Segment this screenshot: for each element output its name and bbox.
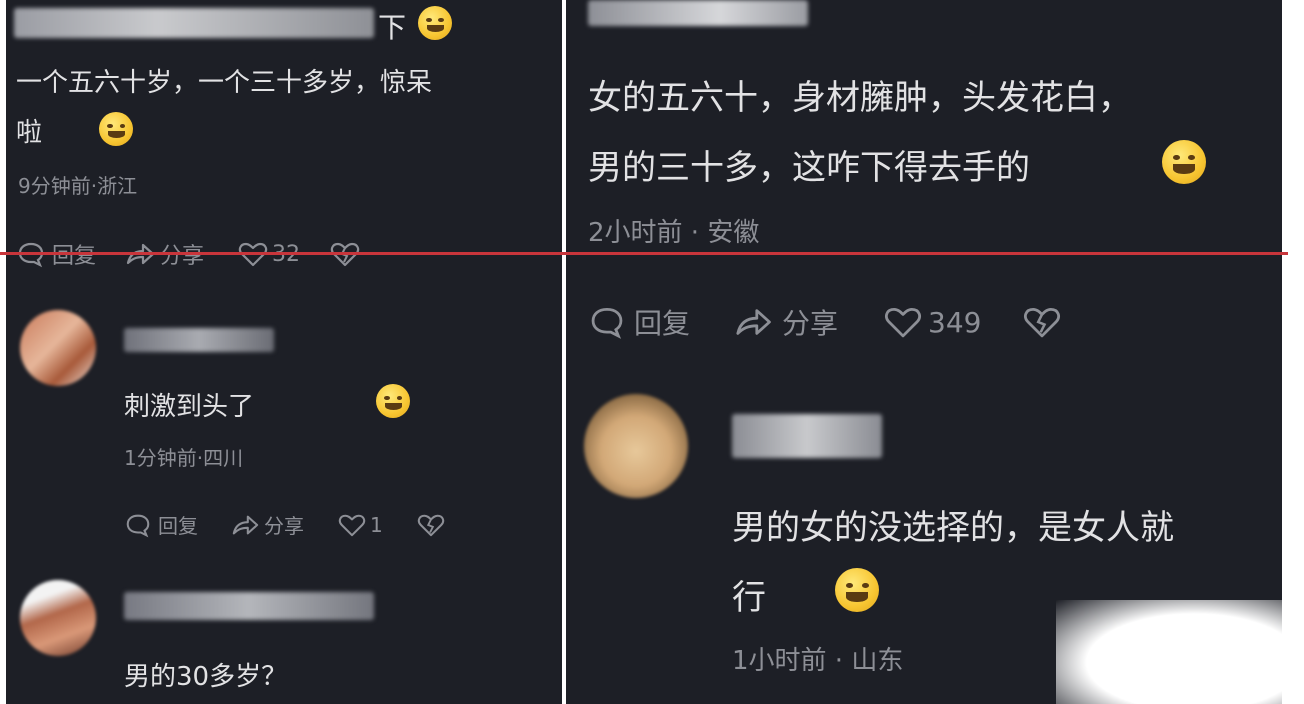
watermark-overlay [1056, 600, 1286, 704]
blurred-username [588, 0, 808, 26]
share-label: 分享 [782, 307, 839, 340]
comment-meta: 2小时前 · 安徽 [588, 218, 760, 248]
share-button[interactable]: 分享 [732, 302, 838, 342]
reply-label: 回复 [158, 514, 198, 538]
dislike-button[interactable] [1023, 304, 1061, 340]
comment-text: 男的30多岁？ [124, 662, 288, 692]
like-button[interactable]: 349 [884, 304, 981, 340]
heart-icon [884, 304, 922, 340]
comment-meta: 1小时前 · 山东 [732, 646, 904, 676]
comment-text-line-2: 男的三十多，这咋下得去手的 [588, 148, 1030, 188]
comment-text-line-2: 啦 [16, 118, 43, 148]
blurred-username [14, 8, 374, 38]
right-comment-panel: 女的五六十，身材臃肿，头发花白， 男的三十多，这咋下得去手的 2小时前 · 安徽… [566, 0, 1282, 704]
comment-actions: 回复 分享 349 [588, 302, 1061, 342]
comment-text-line-1: 女的五六十，身材臃肿，头发花白， [588, 78, 1132, 118]
comment-meta: 9分钟前·浙江 [18, 174, 138, 198]
heart-icon [338, 512, 366, 538]
share-icon [230, 511, 260, 539]
avatar[interactable] [20, 580, 96, 656]
blurred-username [124, 592, 374, 620]
smile-emoji-icon [99, 112, 134, 146]
reply-button[interactable]: 回复 [124, 510, 198, 539]
comment-meta: 1分钟前·四川 [124, 446, 244, 470]
comment-text-line-1: 一个五六十岁，一个三十多岁，惊呆 [16, 68, 433, 98]
laugh-emoji-icon [835, 568, 880, 612]
blurred-username [124, 328, 274, 352]
share-icon [732, 303, 774, 341]
comment-actions: 回复 分享 1 [124, 510, 445, 539]
dislike-button[interactable] [417, 512, 445, 538]
like-count: 349 [928, 305, 982, 339]
laugh-emoji-icon [418, 6, 452, 40]
dislike-icon [417, 512, 445, 538]
partial-comment-text: 下 [378, 11, 407, 44]
avatar[interactable] [584, 394, 688, 498]
share-button[interactable]: 分享 [230, 510, 304, 539]
comment-icon [124, 511, 152, 539]
reply-label: 回复 [634, 307, 691, 340]
comment-text-line-1: 男的女的没选择的，是女人就 [732, 508, 1174, 548]
comment-icon [588, 303, 626, 341]
blurred-username [732, 414, 882, 458]
avatar[interactable] [20, 310, 96, 386]
comment-text: 刺激到头了 [124, 392, 255, 422]
red-annotation-line [0, 252, 1288, 255]
comment-text-line-2: 行 [732, 578, 766, 618]
grin-emoji-icon [376, 384, 411, 418]
like-count: 1 [370, 512, 383, 537]
left-comment-panel: 下 一个五六十岁，一个三十多岁，惊呆 啦 9分钟前·浙江 回复 分享 32 刺激… [6, 0, 562, 704]
screenshot-collage: 下 一个五六十岁，一个三十多岁，惊呆 啦 9分钟前·浙江 回复 分享 32 刺激… [0, 0, 1304, 704]
share-label: 分享 [264, 514, 304, 538]
sweat-smile-emoji-icon [1162, 140, 1206, 184]
like-button[interactable]: 1 [338, 512, 383, 538]
reply-button[interactable]: 回复 [588, 302, 690, 342]
dislike-icon [1023, 304, 1061, 340]
